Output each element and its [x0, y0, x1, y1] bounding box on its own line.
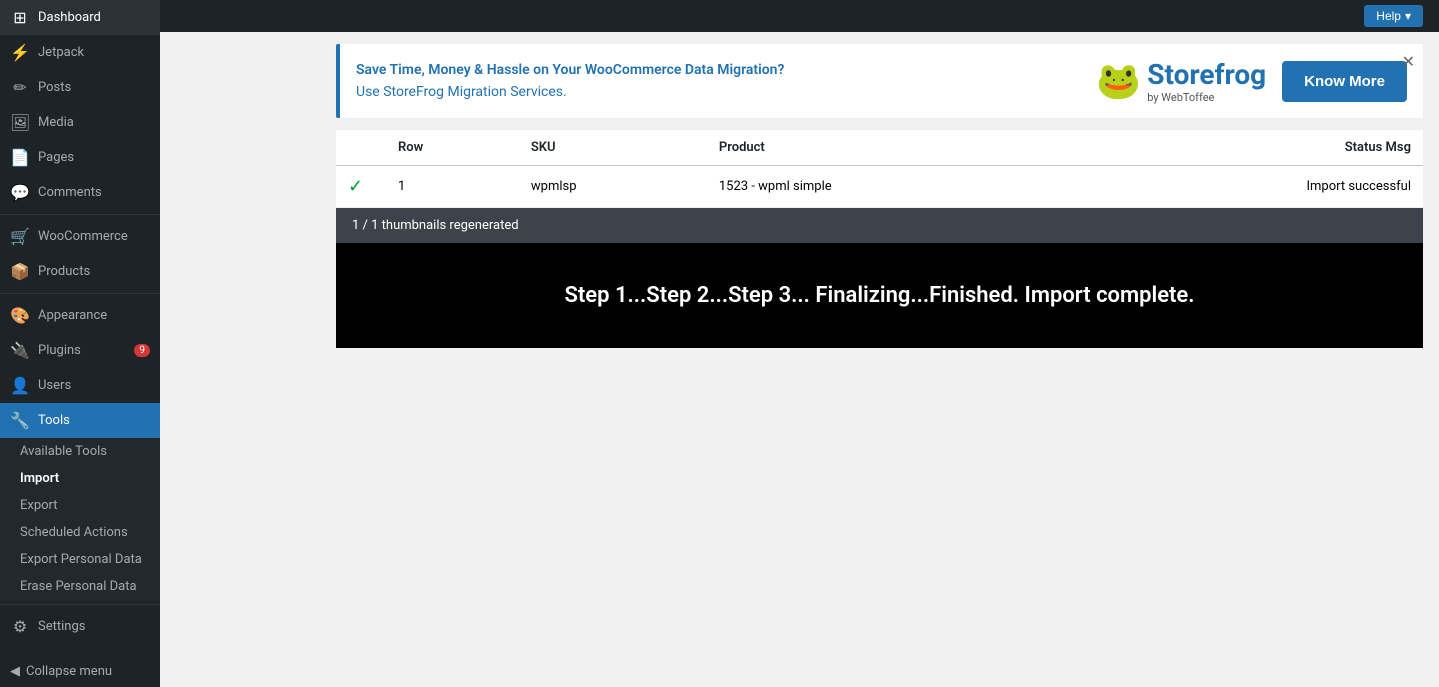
sidebar-item-label: WooCommerce — [38, 229, 128, 244]
col-row: Row — [386, 130, 519, 166]
storefrog-logo: 🐸 Storefrog by WebToffee — [1096, 58, 1266, 104]
storefrog-sub: by WebToffee — [1147, 91, 1266, 104]
sidebar-item-label: Posts — [38, 80, 71, 95]
banner-text: Save Time, Money & Hassle on Your WooCom… — [356, 59, 784, 104]
row-product: 1523 - wpml simple — [707, 166, 1076, 208]
row-sku: wpmlsp — [519, 166, 707, 208]
settings-icon: ⚙ — [10, 617, 30, 636]
media-icon: 🖼 — [10, 113, 30, 132]
woocommerce-icon: 🛒 — [10, 227, 30, 246]
sidebar-item-label: Media — [38, 115, 74, 130]
help-button[interactable]: Help ▾ — [1364, 5, 1423, 27]
row-check: ✓ — [336, 166, 386, 208]
collapse-icon: ◀ — [10, 664, 20, 679]
banner-line2: Use StoreFrog Migration Services. — [356, 81, 784, 103]
plugins-badge: 9 — [134, 344, 150, 357]
tools-icon: 🔧 — [10, 411, 30, 430]
sidebar-divider-1 — [0, 214, 160, 215]
sidebar-divider-3 — [0, 604, 160, 605]
submenu-scheduled-actions[interactable]: Scheduled Actions — [0, 519, 160, 546]
table-row: ✓ 1 wpmlsp 1523 - wpml simple Import suc… — [336, 166, 1423, 208]
sidebar-item-label: Users — [38, 378, 71, 393]
sidebar-item-woocommerce[interactable]: 🛒 WooCommerce — [0, 219, 160, 254]
col-product: Product — [707, 130, 1076, 166]
complete-text: Step 1...Step 2...Step 3... Finalizing..… — [564, 283, 1194, 308]
topbar: Help ▾ — [160, 0, 1439, 32]
know-more-button[interactable]: Know More — [1282, 61, 1407, 102]
submenu-import[interactable]: Import — [0, 465, 160, 492]
comments-icon: 💬 — [10, 183, 30, 202]
row-status: Import successful — [1076, 166, 1423, 208]
banner-right: 🐸 Storefrog by WebToffee Know More — [1096, 58, 1407, 104]
banner-close-button[interactable]: ✕ — [1402, 52, 1415, 72]
storefrog-banner: Save Time, Money & Hassle on Your WooCom… — [336, 44, 1423, 118]
plugins-icon: 🔌 — [10, 341, 30, 360]
help-label: Help — [1376, 9, 1401, 23]
sidebar-item-settings[interactable]: ⚙ Settings — [0, 609, 160, 644]
sidebar-item-jetpack[interactable]: ⚡ Jetpack — [0, 35, 160, 70]
table-header-row: Row SKU Product Status Msg — [336, 130, 1423, 166]
products-icon: 📦 — [10, 262, 30, 281]
sidebar-item-plugins[interactable]: 🔌 Plugins 9 — [0, 333, 160, 368]
sidebar-item-label: Settings — [38, 619, 85, 634]
jetpack-icon: ⚡ — [10, 43, 30, 62]
sidebar-item-users[interactable]: 👤 Users — [0, 368, 160, 403]
sidebar-item-label: Comments — [38, 185, 102, 200]
thumbnails-bar: 1 / 1 thumbnails regenerated — [336, 208, 1423, 243]
sidebar-item-label: Products — [38, 264, 90, 279]
complete-bar: Step 1...Step 2...Step 3... Finalizing..… — [336, 243, 1423, 348]
posts-icon: ✏ — [10, 78, 30, 97]
pages-icon: 📄 — [10, 148, 30, 167]
sidebar-item-label: Appearance — [38, 308, 107, 323]
thumbnails-text: 1 / 1 thumbnails regenerated — [352, 218, 519, 233]
import-table: Row SKU Product Status Msg ✓ 1 wpmlsp 15… — [336, 130, 1423, 208]
dashboard-icon: ⊞ — [10, 8, 30, 27]
sidebar-item-products[interactable]: 📦 Products — [0, 254, 160, 289]
sidebar-item-dashboard[interactable]: ⊞ Dashboard — [0, 0, 160, 35]
sidebar: ⊞ Dashboard ⚡ Jetpack ✏ Posts 🖼 Media 📄 … — [0, 0, 160, 687]
col-sku: SKU — [519, 130, 707, 166]
collapse-menu-btn[interactable]: ◀ Collapse menu — [0, 656, 160, 687]
sidebar-item-label: Tools — [38, 413, 70, 428]
col-status: Status Msg — [1076, 130, 1423, 166]
sidebar-divider-2 — [0, 293, 160, 294]
sidebar-item-comments[interactable]: 💬 Comments — [0, 175, 160, 210]
col-check — [336, 130, 386, 166]
sidebar-item-label: Pages — [38, 150, 74, 165]
sidebar-item-label: Jetpack — [38, 45, 84, 60]
submenu-export[interactable]: Export — [0, 492, 160, 519]
storefrog-name: Storefrog — [1147, 58, 1266, 91]
collapse-menu-label: Collapse menu — [26, 664, 112, 679]
import-table-container: Row SKU Product Status Msg ✓ 1 wpmlsp 15… — [336, 130, 1423, 208]
sidebar-item-label: Dashboard — [38, 10, 101, 25]
users-icon: 👤 — [10, 376, 30, 395]
tools-submenu: Available Tools Import Export Scheduled … — [0, 438, 160, 600]
sidebar-item-media[interactable]: 🖼 Media — [0, 105, 160, 140]
sidebar-item-pages[interactable]: 📄 Pages — [0, 140, 160, 175]
main-content: Save Time, Money & Hassle on Your WooCom… — [320, 32, 1439, 687]
sidebar-item-posts[interactable]: ✏ Posts — [0, 70, 160, 105]
banner-line1: Save Time, Money & Hassle on Your WooCom… — [356, 59, 784, 81]
sidebar-item-label: Plugins — [38, 343, 81, 358]
submenu-export-personal-data[interactable]: Export Personal Data — [0, 546, 160, 573]
submenu-erase-personal-data[interactable]: Erase Personal Data — [0, 573, 160, 600]
sidebar-item-appearance[interactable]: 🎨 Appearance — [0, 298, 160, 333]
sidebar-item-tools[interactable]: 🔧 Tools — [0, 403, 160, 438]
appearance-icon: 🎨 — [10, 306, 30, 325]
submenu-available-tools[interactable]: Available Tools — [0, 438, 160, 465]
help-arrow-icon: ▾ — [1405, 9, 1411, 23]
row-number: 1 — [386, 166, 519, 208]
storefrog-frog-icon: 🐸 — [1096, 60, 1141, 102]
check-icon: ✓ — [348, 176, 363, 197]
